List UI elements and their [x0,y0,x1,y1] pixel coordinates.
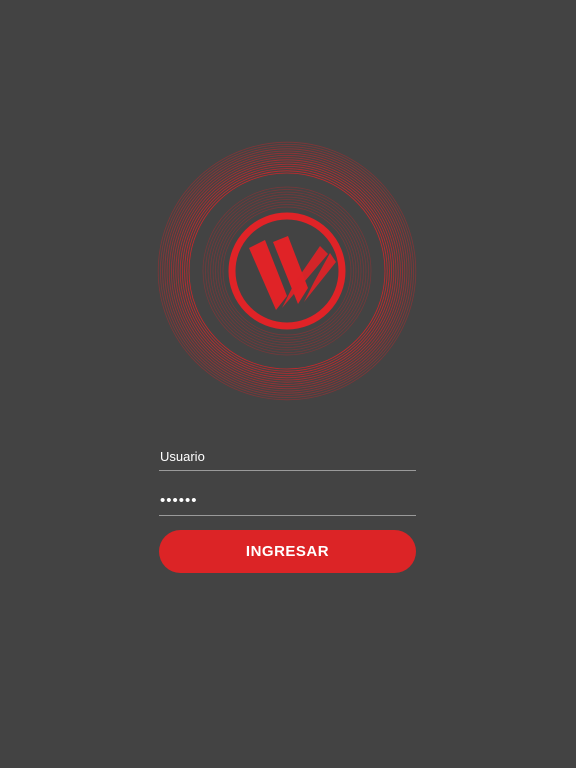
username-field[interactable] [159,444,416,471]
username-input[interactable] [159,444,416,468]
w-circle-logo-icon [157,141,417,401]
password-input[interactable] [159,488,416,513]
login-button[interactable]: INGRESAR [159,530,416,573]
password-field[interactable] [159,488,416,516]
logo [152,136,422,406]
